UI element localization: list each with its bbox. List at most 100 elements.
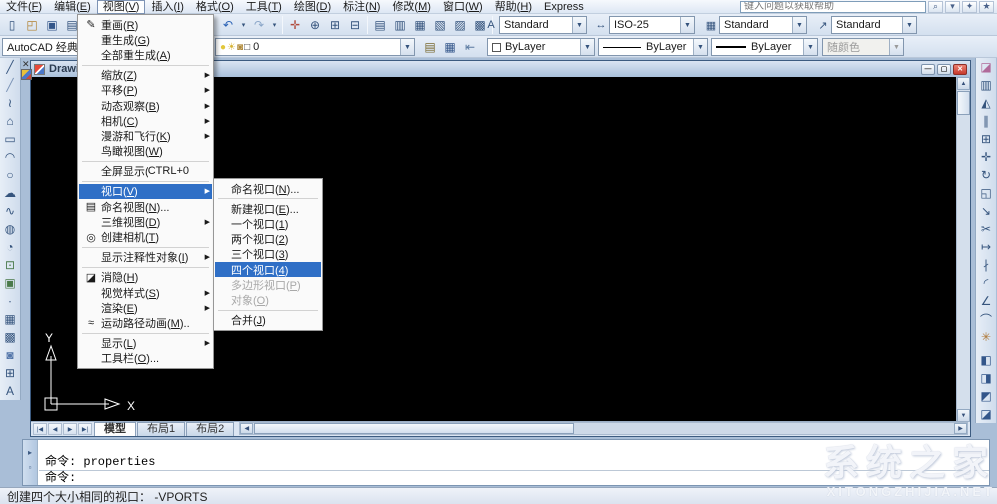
tab-nav-prev-icon[interactable]: ◀ xyxy=(48,423,62,435)
rotate-icon[interactable]: ↻ xyxy=(977,166,996,184)
erase-icon[interactable]: ◪ xyxy=(977,58,996,76)
menu-express[interactable]: Express xyxy=(538,0,590,14)
text-style-combo[interactable]: Standard ▼ xyxy=(499,16,587,34)
insert-block-icon[interactable]: ⊡ xyxy=(1,256,20,274)
menu-item-clean-screen[interactable]: 全屏显示(C) CTRL+0 xyxy=(79,164,212,179)
command-window-grip[interactable]: ▸ ▫ xyxy=(23,440,38,485)
menu-modify[interactable]: 修改(M) xyxy=(386,0,437,14)
menu-item-orbit[interactable]: 动态观察(B) ▶ xyxy=(79,98,212,113)
minimize-button[interactable]: — xyxy=(921,63,935,75)
chevron-down-icon[interactable]: ▼ xyxy=(803,39,817,55)
markup-set-manager-icon[interactable]: ▨ xyxy=(450,16,470,34)
submenu-item-object[interactable]: 对象(O) xyxy=(215,292,321,307)
chevron-down-icon[interactable]: ▼ xyxy=(792,17,806,33)
break-at-point-icon[interactable]: ∤ xyxy=(977,256,996,274)
region-icon[interactable]: ◙ xyxy=(1,346,20,364)
scrollbar-thumb[interactable] xyxy=(254,423,575,434)
search-dropdown-icon[interactable]: ▾ xyxy=(945,0,960,13)
multiline-text-icon[interactable]: A xyxy=(1,382,20,400)
close-button[interactable]: ✕ xyxy=(953,63,967,75)
mirror-icon[interactable]: ◭ xyxy=(977,94,996,112)
tab-nav-last-icon[interactable]: ▶| xyxy=(78,423,92,435)
menu-item-named-views[interactable]: ▤ 命名视图(N)... xyxy=(79,199,212,214)
point-icon[interactable]: ∙ xyxy=(1,292,20,310)
command-text-area[interactable]: 命令: properties 命令: xyxy=(39,440,989,485)
menu-item-viewports[interactable]: 视口(V) ▶ xyxy=(79,183,212,200)
submenu-item-new-viewports[interactable]: 新建视口(E)... xyxy=(215,201,321,216)
menu-tools[interactable]: 工具(T) xyxy=(240,0,288,14)
pan-icon[interactable]: ✛ xyxy=(285,16,305,34)
zoom-realtime-icon[interactable]: ⊕ xyxy=(305,16,325,34)
menu-item-toolbars[interactable]: 工具栏(O)... xyxy=(79,351,212,366)
layer-on-bulb-icon[interactable]: ● xyxy=(220,42,226,53)
menu-help[interactable]: 帮助(H) xyxy=(489,0,538,14)
lineweight-combo[interactable]: ByLayer ▼ xyxy=(711,38,818,56)
menu-draw[interactable]: 绘图(D) xyxy=(288,0,337,14)
help-search-input[interactable] xyxy=(740,0,926,13)
ellipse-icon[interactable]: ◍ xyxy=(1,220,20,238)
layer-combo[interactable]: ● ☀ ◙ □ 0 ▼ xyxy=(215,38,415,56)
submenu-item-4-viewports[interactable]: 四个视口(4) xyxy=(215,261,321,278)
spline-icon[interactable]: ∿ xyxy=(1,202,20,220)
break-icon[interactable]: ◜ xyxy=(977,274,996,292)
submenu-item-1-viewport[interactable]: 一个视口(1) xyxy=(215,216,321,231)
menu-insert[interactable]: 插入(I) xyxy=(145,0,189,14)
chevron-down-icon[interactable]: ▼ xyxy=(400,39,414,55)
undo-dropdown-icon[interactable]: ▾ xyxy=(238,16,249,34)
explode-icon[interactable]: ✳ xyxy=(977,328,996,346)
polygon-icon[interactable]: ⌂ xyxy=(1,112,20,130)
new-file-icon[interactable]: ▯ xyxy=(2,16,22,34)
tab-model[interactable]: 模型 xyxy=(94,422,136,436)
linetype-combo[interactable]: ByLayer ▼ xyxy=(598,38,708,56)
layer-freeze-sun-icon[interactable]: ☀ xyxy=(227,42,236,53)
send-to-back-icon[interactable]: ◨ xyxy=(977,369,996,387)
submenu-item-polygonal-viewport[interactable]: 多边形视口(P) xyxy=(215,277,321,292)
menu-item-motion-path[interactable]: ≈ 运动路径动画(M)... xyxy=(79,315,212,330)
ellipse-arc-icon[interactable]: ◔ xyxy=(1,238,20,256)
menu-item-create-camera[interactable]: ◎ 创建相机(T) xyxy=(79,229,212,245)
table-style-combo[interactable]: Standard ▼ xyxy=(719,16,807,34)
layer-previous-icon[interactable]: ⇤ xyxy=(460,38,480,56)
tab-layout2[interactable]: 布局2 xyxy=(186,422,235,436)
tab-layout1[interactable]: 布局1 xyxy=(137,422,186,436)
send-under-icon[interactable]: ◪ xyxy=(977,405,996,423)
menu-format[interactable]: 格式(O) xyxy=(190,0,240,14)
menu-item-walk-fly[interactable]: 漫游和飞行(K) ▶ xyxy=(79,128,212,143)
zoom-previous-icon[interactable]: ⊟ xyxy=(345,16,365,34)
communication-center-icon[interactable]: ✦ xyxy=(962,0,977,13)
command-window[interactable]: ▸ ▫ 命令: properties 命令: xyxy=(22,439,990,486)
color-combo[interactable]: ByLayer ▼ xyxy=(487,38,595,56)
move-icon[interactable]: ✛ xyxy=(977,148,996,166)
favorites-icon[interactable]: ★ xyxy=(979,0,994,13)
scroll-up-icon[interactable]: ▲ xyxy=(957,77,970,90)
chevron-down-icon[interactable]: ▼ xyxy=(902,17,916,33)
vertical-scrollbar[interactable]: ▲ ▼ xyxy=(956,77,970,422)
menu-edit[interactable]: 编辑(E) xyxy=(48,0,97,14)
scroll-left-icon[interactable]: ◀ xyxy=(240,423,254,434)
horizontal-scrollbar[interactable]: ◀ ▶ xyxy=(239,422,968,435)
table-icon[interactable]: ⊞ xyxy=(1,364,20,382)
search-icon[interactable]: ⌕ xyxy=(928,0,943,13)
dim-style-combo[interactable]: ISO-25 ▼ xyxy=(609,16,695,34)
layer-states-icon[interactable]: ▦ xyxy=(440,38,460,56)
stretch-icon[interactable]: ↘ xyxy=(977,202,996,220)
designcenter-icon[interactable]: ▥ xyxy=(390,16,410,34)
scale-icon[interactable]: ◱ xyxy=(977,184,996,202)
redo-dropdown-icon[interactable]: ▾ xyxy=(269,16,280,34)
trim-icon[interactable]: ✂ xyxy=(977,220,996,238)
circle-icon[interactable]: ○ xyxy=(1,166,20,184)
open-file-icon[interactable]: ◰ xyxy=(22,16,42,34)
menu-item-visual-styles[interactable]: 视觉样式(S) ▶ xyxy=(79,285,212,300)
arc-icon[interactable]: ◠ xyxy=(1,148,20,166)
menu-item-pan[interactable]: 平移(P) ▶ xyxy=(79,83,212,98)
menu-dimension[interactable]: 标注(N) xyxy=(337,0,386,14)
chevron-down-icon[interactable]: ▼ xyxy=(580,39,594,55)
chevron-down-icon[interactable]: ▼ xyxy=(572,17,586,33)
menu-window[interactable]: 窗口(W) xyxy=(437,0,489,14)
menu-file[interactable]: 文件(F) xyxy=(0,0,48,14)
redo-icon[interactable]: ↷ xyxy=(249,16,269,34)
fillet-icon[interactable]: ⌒ xyxy=(977,310,996,328)
sheet-set-manager-icon[interactable]: ▧ xyxy=(430,16,450,34)
submenu-item-named-viewports[interactable]: 命名视口(N)... xyxy=(215,181,321,196)
hatch-icon[interactable]: ▦ xyxy=(1,310,20,328)
